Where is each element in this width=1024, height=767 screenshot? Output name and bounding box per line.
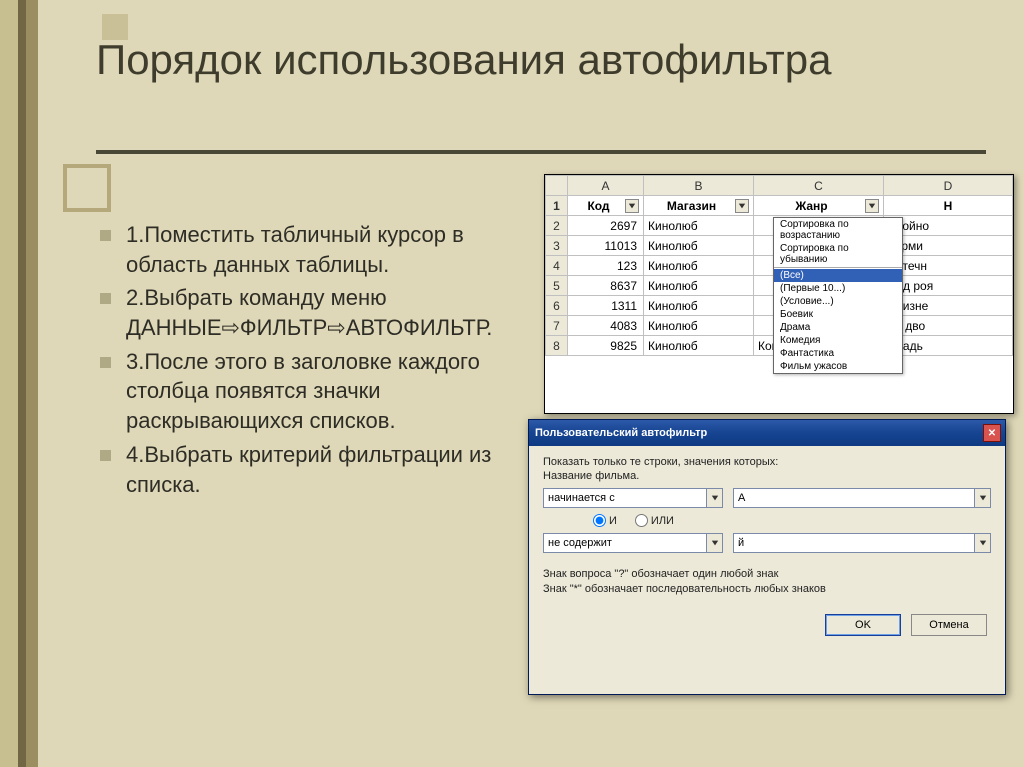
cell[interactable]: 2697 [568,216,644,236]
filter-button[interactable] [735,199,749,213]
radio-or-label[interactable]: ИЛИ [635,514,674,527]
filter-button[interactable] [625,199,639,213]
row-number[interactable]: 8 [546,336,568,356]
dropdown-button[interactable] [974,533,991,553]
dropdown-item[interactable]: Сортировка по возрастанию [774,218,902,242]
dialog-field-label: Название фильма. [543,470,991,482]
dropdown-item[interactable]: Фильм ужасов [774,360,902,373]
decorative-side-bars [0,0,38,767]
dropdown-item[interactable]: Драма [774,321,902,334]
ok-button[interactable]: OK [825,614,901,636]
cell[interactable]: Кинолюб [644,256,754,276]
cell[interactable]: 9825 [568,336,644,356]
cell[interactable]: Кинолюб [644,276,754,296]
cell[interactable]: Кинолюб [644,316,754,336]
col-letter[interactable] [546,176,568,196]
col-letter[interactable]: B [644,176,754,196]
bullet-item: 3.После этого в заголовке каждого столбц… [96,347,526,436]
dropdown-button[interactable] [706,533,723,553]
row-number[interactable]: 7 [546,316,568,336]
dropdown-item[interactable]: Боевик [774,308,902,321]
cancel-button[interactable]: Отмена [911,614,987,636]
title-underline [96,150,986,154]
filter-button[interactable] [865,199,879,213]
cell[interactable]: 123 [568,256,644,276]
autofilter-dropdown: Сортировка по возрастанию Сортировка по … [773,217,903,374]
row-number[interactable]: 2 [546,216,568,236]
operator2-combo[interactable] [543,533,706,553]
col-letter[interactable]: A [568,176,644,196]
dropdown-item[interactable]: Комедия [774,334,902,347]
header-cell: Н [884,196,1013,216]
bullet-item: 4.Выбрать критерий фильтрации из списка. [96,440,526,499]
row-number[interactable]: 1 [546,196,568,216]
hint-line1: Знак вопроса "?" обозначает один любой з… [543,567,991,582]
hint-line2: Знак "*" обозначает последовательность л… [543,582,991,597]
slide-title: Порядок использования автофильтра [96,34,956,87]
row-number[interactable]: 4 [546,256,568,276]
cell[interactable]: Кинолюб [644,336,754,356]
cell[interactable]: Кинолюб [644,216,754,236]
close-button[interactable]: ✕ [983,424,1001,442]
header-cell: Код [568,196,644,216]
custom-autofilter-dialog: Пользовательский автофильтр ✕ Показать т… [528,419,1006,695]
dialog-prompt: Показать только те строки, значения кото… [543,456,991,468]
header-cell: Жанр [754,196,884,216]
header-cell: Магазин [644,196,754,216]
value1-combo[interactable] [733,488,974,508]
dropdown-item[interactable]: (Первые 10...) [774,282,902,295]
cell[interactable]: Кинолюб [644,296,754,316]
dropdown-item[interactable]: Фантастика [774,347,902,360]
close-icon: ✕ [988,428,996,439]
dialog-titlebar[interactable]: Пользовательский автофильтр ✕ [529,420,1005,446]
operator1-combo[interactable] [543,488,706,508]
dropdown-item[interactable]: (Условие...) [774,295,902,308]
dropdown-item-selected[interactable]: (Все) [774,269,902,282]
radio-or[interactable] [635,514,648,527]
cell[interactable]: 1311 [568,296,644,316]
dropdown-button[interactable] [974,488,991,508]
value2-combo[interactable] [733,533,974,553]
dropdown-item[interactable]: Сортировка по убыванию [774,242,902,266]
col-letter[interactable]: C [754,176,884,196]
dialog-title: Пользовательский автофильтр [535,427,707,439]
radio-and-label[interactable]: И [593,514,617,527]
decorative-square [63,164,111,212]
cell[interactable]: 8637 [568,276,644,296]
row-number[interactable]: 5 [546,276,568,296]
cell[interactable]: 11013 [568,236,644,256]
col-letter[interactable]: D [884,176,1013,196]
dropdown-button[interactable] [706,488,723,508]
radio-and[interactable] [593,514,606,527]
cell[interactable]: Кинолюб [644,236,754,256]
bullet-item: 2.Выбрать команду меню ДАННЫЕ⇨ФИЛЬТР⇨АВТ… [96,283,526,342]
bullet-content: 1.Поместить табличный курсор в область д… [96,220,526,503]
row-number[interactable]: 3 [546,236,568,256]
cell[interactable]: 4083 [568,316,644,336]
bullet-item: 1.Поместить табличный курсор в область д… [96,220,526,279]
excel-screenshot: A B C D 1 Код Магазин Жанр Н 22697Кинолю… [544,174,1014,414]
row-number[interactable]: 6 [546,296,568,316]
